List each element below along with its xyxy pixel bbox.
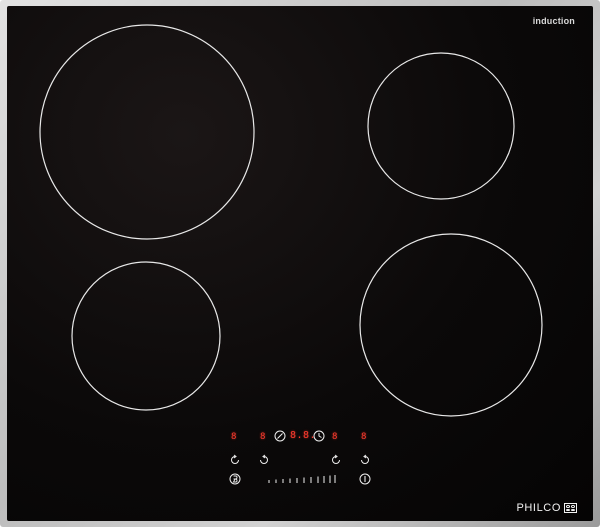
power-slider-icon[interactable] xyxy=(267,473,337,485)
zone-display-right-inner: 8 xyxy=(332,432,338,442)
cooking-zones xyxy=(39,24,543,417)
zone-rear-right[interactable] xyxy=(367,52,515,200)
zone-front-right[interactable] xyxy=(359,233,543,417)
brand-emblem-icon xyxy=(564,503,577,513)
circular-arrow-icon[interactable] xyxy=(359,454,371,466)
boost-icon[interactable] xyxy=(229,473,241,485)
hob-frame: induction 8 8 8.8. 8 8 PHILCO xyxy=(0,0,600,527)
zone-display-left-outer: 8 xyxy=(231,432,237,442)
circular-arrow-icon[interactable] xyxy=(258,454,270,466)
lock-icon[interactable] xyxy=(274,430,286,442)
power-icon[interactable] xyxy=(359,473,371,485)
circular-arrow-icon[interactable] xyxy=(229,454,241,466)
glass-surface: induction 8 8 8.8. 8 8 PHILCO xyxy=(7,6,593,521)
zone-rear-left[interactable] xyxy=(39,24,255,240)
induction-label: induction xyxy=(532,16,575,26)
brand-logo: PHILCO xyxy=(516,502,577,514)
zone-front-left[interactable] xyxy=(71,261,221,411)
brand-name: PHILCO xyxy=(516,502,561,514)
clock-icon[interactable] xyxy=(313,430,325,442)
zone-display-left-inner: 8 xyxy=(260,432,266,442)
zone-display-right-outer: 8 xyxy=(361,432,367,442)
circular-arrow-icon[interactable] xyxy=(330,454,342,466)
